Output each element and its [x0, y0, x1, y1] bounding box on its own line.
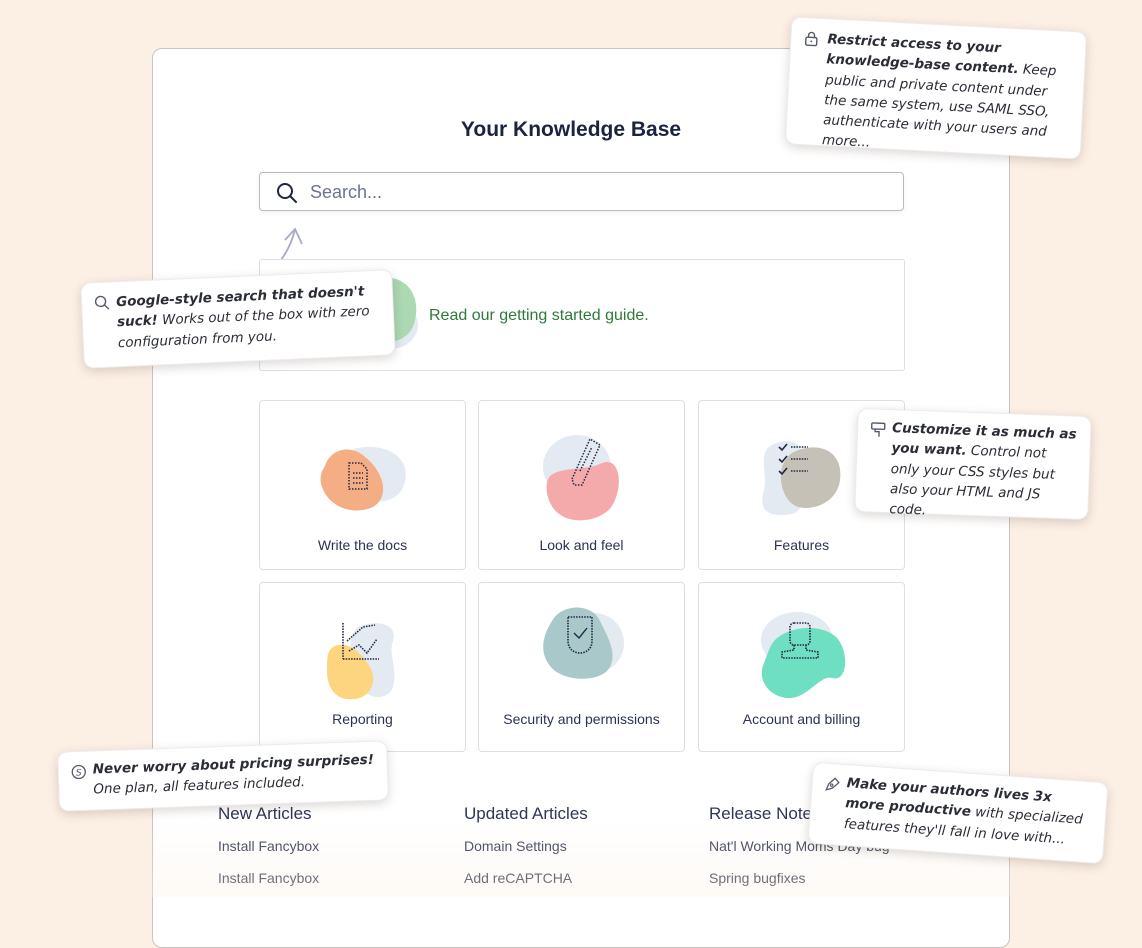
category-card-security[interactable]: Security and permissions	[478, 582, 685, 752]
paint-roller-icon	[870, 422, 886, 437]
search-icon	[277, 183, 297, 203]
category-card-account-billing[interactable]: Account and billing	[698, 582, 905, 752]
category-label: Security and permissions	[503, 711, 660, 727]
callout-access: Restrict access to your knowledge-base c…	[784, 16, 1088, 160]
callout-bold: Restrict access to your knowledge-base c…	[825, 31, 1020, 78]
search-box[interactable]	[259, 172, 904, 212]
category-card-look-and-feel[interactable]: Look and feel	[478, 400, 685, 570]
search-icon	[94, 295, 110, 310]
callout-search: Google-style search that doesn't suck! W…	[80, 269, 396, 369]
article-link[interactable]: Spring bugfixes	[709, 870, 806, 886]
document-icon	[320, 446, 406, 511]
dollar-icon: S	[71, 764, 86, 780]
chart-icon	[326, 623, 394, 700]
release-notes-heading: Release Notes	[709, 804, 821, 823]
article-link[interactable]: Install Fancybox	[218, 838, 319, 854]
category-label: Reporting	[332, 711, 393, 727]
callout-bold: Never worry about pricing surprises!	[92, 751, 375, 778]
category-card-reporting[interactable]: Reporting	[259, 582, 466, 752]
callout-customize: Customize it as much as you want. Contro…	[854, 407, 1092, 521]
category-label: Look and feel	[539, 537, 624, 553]
new-articles-heading: New Articles	[218, 804, 312, 823]
article-link[interactable]: Domain Settings	[464, 838, 567, 854]
category-label: Features	[773, 537, 830, 553]
article-link[interactable]: Install Fancybox	[218, 870, 319, 886]
callout-pricing: S Never worry about pricing surprises! On…	[57, 740, 389, 812]
article-link[interactable]: Add reCAPTCHA	[464, 870, 572, 886]
lock-icon	[804, 31, 818, 47]
pencil-icon	[542, 435, 619, 521]
checklist-icon	[761, 441, 840, 515]
svg-text:S: S	[76, 768, 82, 778]
category-label: Write the docs	[317, 537, 408, 553]
updated-articles-heading: Updated Articles	[464, 804, 588, 823]
getting-started-link[interactable]: Read our getting started guide.	[429, 307, 649, 325]
search-input[interactable]	[308, 173, 892, 212]
category-card-write-docs[interactable]: Write the docs	[259, 400, 466, 570]
user-icon	[760, 612, 845, 699]
callout-text: Keep public and private content under th…	[821, 61, 1057, 151]
pen-nib-icon	[825, 777, 840, 791]
callout-text: One plan, all features included.	[93, 774, 306, 798]
category-label: Account and billing	[742, 711, 861, 727]
shield-check-icon	[542, 607, 624, 679]
